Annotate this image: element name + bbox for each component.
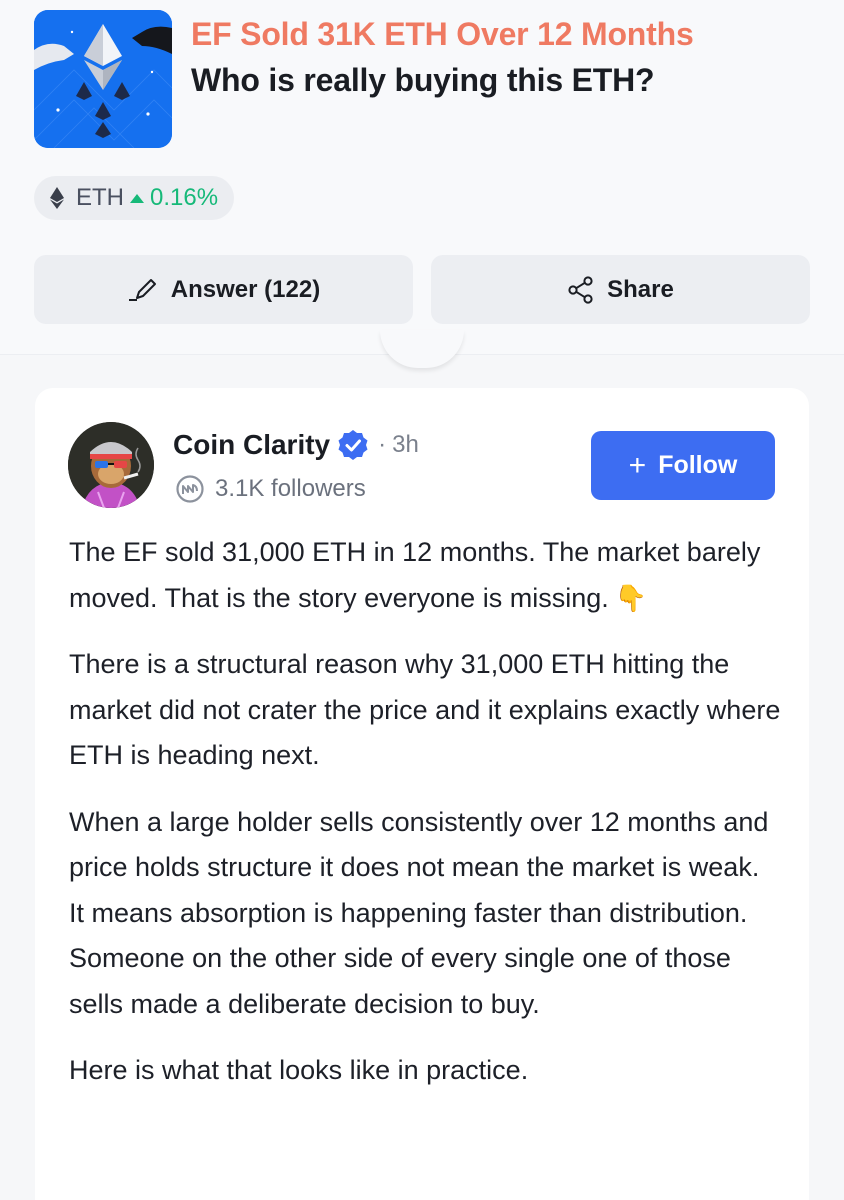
ethereum-icon <box>50 187 64 209</box>
answer-card: Coin Clarity · 3h 3.1K followers + Follo… <box>35 388 809 1200</box>
author-line: Coin Clarity · 3h <box>173 428 419 462</box>
author-name[interactable]: Coin Clarity <box>173 429 330 461</box>
ape-avatar-image <box>68 422 154 508</box>
eth-ticker-chip[interactable]: ETH 0.16% <box>34 176 234 220</box>
pointing-down-emoji: 👇 <box>614 582 648 613</box>
post-paragraph: The EF sold 31,000 ETH in 12 months. The… <box>69 530 781 621</box>
follow-label: Follow <box>658 451 738 479</box>
ticker-symbol: ETH <box>76 184 124 211</box>
follow-button[interactable]: + Follow <box>591 431 775 500</box>
share-icon <box>568 275 593 304</box>
post-time: 3h <box>392 431 419 458</box>
question-header: EF Sold 31K ETH Over 12 Months Who is re… <box>0 0 844 355</box>
coinmarketcap-icon <box>176 475 204 503</box>
post-paragraph: Here is what that looks like in practice… <box>69 1055 529 1085</box>
follower-line: 3.1K followers <box>175 474 366 504</box>
meta-separator: · <box>378 431 387 458</box>
collapse-handle[interactable] <box>380 330 464 368</box>
plus-icon: + <box>628 448 647 482</box>
post-paragraph: When a large holder sells consistently o… <box>69 806 769 1019</box>
question-subtitle[interactable]: Who is really buying this ETH? <box>191 62 655 99</box>
question-thumbnail[interactable] <box>34 10 172 148</box>
post-body: The EF sold 31,000 ETH in 12 months. The… <box>69 530 781 1115</box>
question-title[interactable]: EF Sold 31K ETH Over 12 Months <box>191 16 694 53</box>
up-arrow-icon <box>130 193 144 203</box>
ticker-change: 0.16% <box>150 184 219 211</box>
post-paragraph: There is a structural reason why 31,000 … <box>69 649 781 770</box>
author-avatar[interactable] <box>68 422 154 508</box>
share-label: Share <box>607 275 674 303</box>
share-button[interactable]: Share <box>431 255 810 324</box>
answer-label: Answer (122) <box>170 275 321 303</box>
verified-badge-icon <box>338 430 368 460</box>
follower-count: 3.1K followers <box>215 475 366 502</box>
pencil-icon <box>128 278 156 301</box>
answer-button[interactable]: Answer (122) <box>34 255 413 324</box>
ethereum-hands-image <box>34 10 172 148</box>
